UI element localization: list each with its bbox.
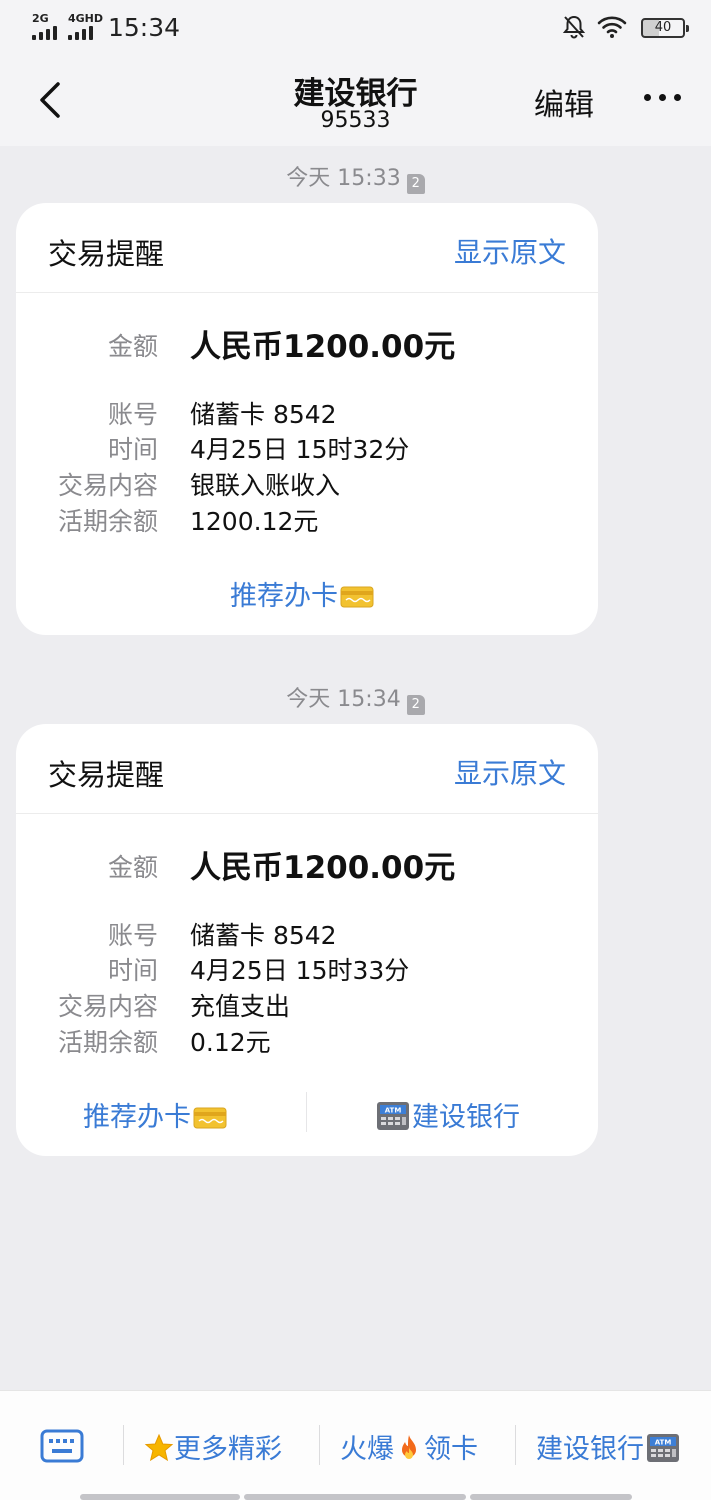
menu-ccb[interactable]: 建设银行 ATM — [536, 1427, 680, 1466]
svg-text:ATM: ATM — [385, 1107, 402, 1115]
bank-card-icon — [340, 586, 374, 608]
bell-off-icon — [562, 15, 586, 39]
amount-label: 金额 — [107, 332, 158, 361]
recommend-card-link[interactable]: 推荐办卡 — [230, 574, 374, 613]
edit-button[interactable]: 编辑 — [534, 80, 594, 124]
message-card[interactable]: 交易提醒 显示原文 金额 人民币1200.00元 账号 储蓄卡 8542 时间 … — [16, 724, 598, 1156]
menu-divider — [515, 1425, 516, 1465]
show-original-button[interactable]: 显示原文 — [454, 752, 566, 792]
amount-value: 人民币1200.00元 — [190, 329, 456, 365]
card-header: 交易提醒 显示原文 — [16, 203, 598, 293]
status-icons: 40 — [529, 14, 689, 40]
menu-hot-card[interactable]: 火爆 领卡 — [340, 1427, 478, 1466]
content-value: 银联入账收入 — [190, 471, 341, 500]
more-icon[interactable] — [640, 92, 684, 106]
recommend-card-label: 推荐办卡 — [230, 581, 338, 612]
home-indicator — [80, 1494, 240, 1500]
content-label: 交易内容 — [57, 471, 158, 500]
balance-value: 0.12元 — [190, 1028, 271, 1057]
timestamp-text: 今天 15:34 — [286, 687, 401, 712]
recommend-card-label: 推荐办卡 — [83, 1102, 191, 1133]
balance-value: 1200.12元 — [190, 507, 319, 536]
status-clock: 15:34 — [108, 13, 181, 42]
home-indicator — [470, 1494, 632, 1500]
menu-ccb-label: 建设银行 — [536, 1434, 644, 1465]
message-timestamp: 今天 15:34 2 — [0, 681, 711, 715]
amount-value: 人民币1200.00元 — [190, 850, 456, 886]
ccb-link-label: 建设银行 — [412, 1102, 520, 1133]
content-label: 交易内容 — [57, 992, 158, 1021]
card-header: 交易提醒 显示原文 — [16, 724, 598, 814]
wifi-icon — [597, 16, 627, 38]
signal-bars-icon — [32, 26, 62, 40]
menu-divider — [319, 1425, 320, 1465]
keyboard-icon[interactable] — [40, 1429, 84, 1463]
network-type-4g: 4GHD — [68, 12, 104, 25]
star-icon — [144, 1433, 174, 1462]
recommend-card-link[interactable]: 推荐办卡 — [83, 1095, 227, 1134]
menu-divider — [123, 1425, 124, 1465]
home-indicator — [244, 1494, 466, 1500]
message-card[interactable]: 交易提醒 显示原文 金额 人民币1200.00元 账号 储蓄卡 8542 时间 … — [16, 203, 598, 635]
content-value: 充值支出 — [190, 992, 291, 1021]
network-type-2g: 2G — [32, 12, 49, 25]
balance-label: 活期余额 — [57, 1028, 158, 1057]
ccb-link[interactable]: ATM 建设银行 — [376, 1095, 520, 1134]
menu-more-highlights[interactable]: 更多精彩 — [144, 1427, 282, 1466]
card-title: 交易提醒 — [48, 758, 165, 792]
time-value: 4月25日 15时32分 — [190, 435, 410, 464]
account-value: 储蓄卡 8542 — [190, 921, 337, 950]
account-label: 账号 — [107, 921, 158, 950]
timestamp-text: 今天 15:33 — [286, 166, 401, 191]
atm-icon: ATM — [377, 1102, 409, 1130]
time-label: 时间 — [107, 435, 158, 464]
sim-badge: 2 — [406, 695, 425, 715]
conversation-header: 建设银行 95533 编辑 — [0, 56, 711, 146]
page-title: 建设银行 — [293, 76, 418, 112]
link-divider — [306, 1092, 307, 1132]
show-original-button[interactable]: 显示原文 — [454, 231, 566, 271]
card-title: 交易提醒 — [48, 237, 165, 271]
menu-hot-label: 火爆 — [340, 1434, 394, 1465]
message-timestamp: 今天 15:33 2 — [0, 160, 711, 194]
time-value: 4月25日 15时33分 — [190, 956, 410, 985]
menu-more-highlights-label: 更多精彩 — [174, 1434, 282, 1465]
signal-bars-icon — [68, 26, 98, 40]
balance-label: 活期余额 — [57, 507, 158, 536]
status-bar: 2G 4GHD 15:34 40 — [0, 0, 711, 56]
account-value: 储蓄卡 8542 — [190, 400, 337, 429]
sender-number: 95533 — [320, 108, 391, 133]
time-label: 时间 — [107, 956, 158, 985]
fire-icon — [402, 1435, 416, 1459]
menu-get-card-label: 领卡 — [424, 1434, 478, 1465]
sim-badge: 2 — [406, 174, 425, 194]
svg-text:ATM: ATM — [655, 1439, 672, 1447]
account-label: 账号 — [107, 400, 158, 429]
bottom-menu-bar: 更多精彩 火爆 领卡 建设银行 ATM — [0, 1390, 711, 1500]
bank-card-icon — [193, 1107, 227, 1129]
battery-indicator: 40 — [641, 18, 689, 38]
amount-label: 金额 — [107, 853, 158, 882]
atm-icon: ATM — [647, 1434, 679, 1462]
